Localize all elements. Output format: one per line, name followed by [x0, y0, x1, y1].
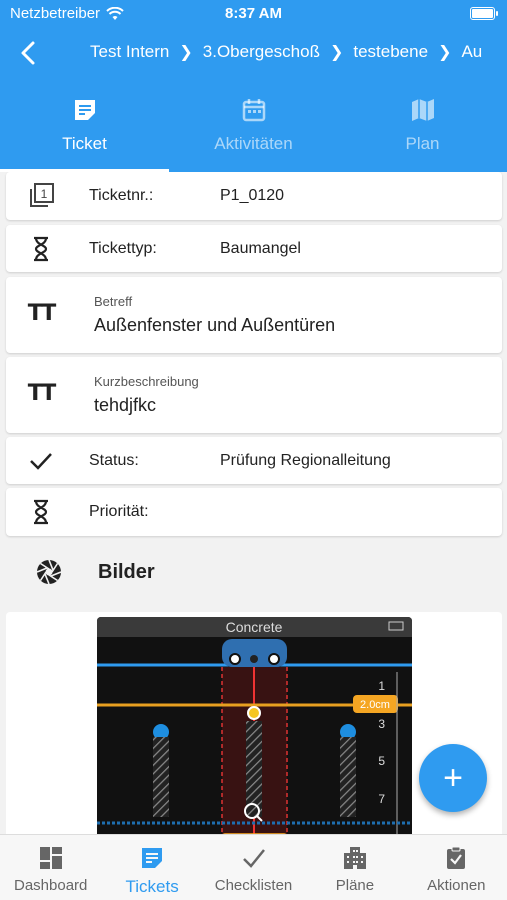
tickets-icon	[142, 848, 163, 868]
clock: 8:37 AM	[225, 5, 282, 22]
wall-scanner-image[interactable]: Concrete 2.0cm 1 3 5 7	[97, 617, 412, 834]
copy-number-icon: 1	[26, 181, 56, 211]
note-icon	[74, 100, 95, 120]
status-value: Prüfung Regionalleitung	[220, 452, 391, 469]
prioritaet-row[interactable]: Priorität:	[6, 488, 502, 536]
bottom-navigation: Dashboard Tickets Checklisten Pläne Akti…	[0, 834, 507, 900]
betreff-label: Betreff	[94, 294, 133, 309]
breadcrumb-item[interactable]: 3.Obergeschoß	[203, 42, 320, 62]
nav-label: Tickets	[125, 877, 179, 896]
tab-aktivitaeten[interactable]: Aktivitäten	[169, 80, 338, 172]
ticketnr-row: 1 Ticketnr.: P1_0120	[6, 172, 502, 220]
kurzbeschreibung-field[interactable]: TT Kurzbeschreibung tehdjfkc	[6, 357, 502, 433]
ticket-detail-content: 1 Ticketnr.: P1_0120 Tickettyp: Baumange…	[0, 172, 507, 834]
tickettyp-row[interactable]: Tickettyp: Baumangel	[6, 225, 502, 272]
breadcrumb-item[interactable]: Au	[461, 42, 482, 62]
chevron-right-icon: ❯	[329, 44, 344, 61]
nav-dashboard[interactable]: Dashboard	[0, 835, 101, 900]
prioritaet-label: Priorität:	[89, 503, 149, 520]
status-bar: Netzbetreiber 8:37 AM	[0, 0, 507, 28]
nav-label: Pläne	[335, 877, 375, 894]
breadcrumb-item[interactable]: testebene	[353, 42, 428, 62]
nav-label: Aktionen	[427, 877, 486, 894]
chevron-right-icon: ❯	[438, 44, 452, 61]
tab-bar: Ticket Aktivitäten Plan	[0, 80, 507, 172]
depth-tick: 3	[378, 717, 385, 731]
text-format-icon: TT	[27, 380, 56, 406]
calendar-icon	[242, 99, 265, 122]
betreff-field[interactable]: TT Betreff Außenfenster und Außentüren	[6, 277, 502, 353]
tab-label: Aktivitäten	[214, 134, 293, 153]
breadcrumb: Test Intern ❯ 3.Obergeschoß ❯ testebene …	[90, 42, 482, 62]
depth-tick: 1	[378, 679, 385, 693]
betreff-value: Außenfenster und Außentüren	[94, 315, 336, 335]
tab-ticket[interactable]: Ticket	[0, 80, 169, 172]
images-section-title: Bilder	[98, 561, 155, 583]
nav-aktionen[interactable]: Aktionen	[406, 835, 507, 900]
text-format-icon: TT	[27, 300, 56, 326]
battery-icon	[470, 7, 498, 20]
map-icon	[411, 99, 434, 121]
building-icon	[343, 847, 366, 869]
header-bar: Test Intern ❯ 3.Obergeschoß ❯ testebene …	[0, 28, 507, 80]
svg-text:1: 1	[41, 187, 48, 201]
tab-label: Ticket	[62, 134, 107, 153]
hourglass-icon	[26, 234, 56, 264]
nav-label: Checklisten	[214, 877, 293, 894]
status-label: Status:	[89, 452, 139, 469]
breadcrumb-item[interactable]: Test Intern	[90, 42, 169, 62]
nav-checklisten[interactable]: Checklisten	[203, 835, 304, 900]
kurzbeschreibung-value: tehdjfkc	[94, 395, 157, 415]
dashboard-icon	[39, 847, 62, 869]
images-section-header: Bilder	[0, 546, 507, 596]
tickettyp-value: Baumangel	[220, 240, 301, 257]
nav-plaene[interactable]: Pläne	[304, 835, 405, 900]
kurzbeschreibung-label: Kurzbeschreibung	[94, 374, 199, 389]
tab-label: Plan	[405, 134, 440, 153]
tickettyp-label: Tickettyp:	[89, 240, 157, 257]
ticketnr-value: P1_0120	[220, 187, 285, 204]
scanner-material-label: Concrete	[226, 619, 283, 635]
add-button[interactable]: +	[419, 744, 487, 812]
hourglass-icon	[26, 497, 56, 527]
depth-label: 2.0cm	[360, 699, 390, 711]
tab-plan[interactable]: Plan	[338, 80, 507, 172]
nav-label: Dashboard	[14, 877, 88, 894]
checkmark-icon	[26, 446, 56, 476]
check-icon	[242, 849, 265, 868]
nav-tickets[interactable]: Tickets	[101, 835, 202, 900]
clipboard-check-icon	[447, 846, 466, 869]
camera-aperture-icon	[36, 559, 62, 585]
chevron-right-icon: ❯	[179, 44, 193, 61]
depth-tick: 7	[378, 792, 385, 806]
back-arrow-icon[interactable]	[14, 38, 44, 68]
depth-tick: 5	[378, 754, 385, 768]
status-row[interactable]: Status: Prüfung Regionalleitung	[6, 437, 502, 484]
ticketnr-label: Ticketnr.:	[89, 187, 154, 204]
